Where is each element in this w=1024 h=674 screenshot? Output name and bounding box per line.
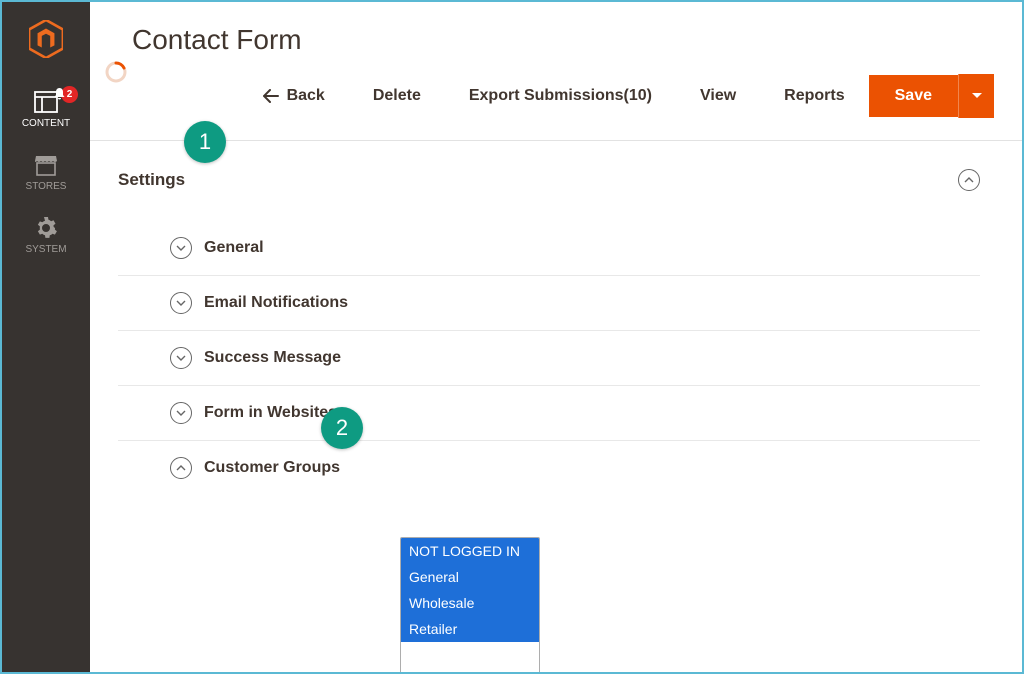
page-header: Contact Form — [90, 2, 1022, 56]
collapse-icon[interactable] — [958, 169, 980, 191]
section-email-notifications[interactable]: Email Notifications — [118, 276, 980, 331]
loading-spinner-icon — [104, 60, 128, 84]
page-title: Contact Form — [118, 24, 994, 56]
save-button[interactable]: Save — [869, 75, 958, 117]
settings-title: Settings — [118, 170, 185, 190]
chevron-down-icon — [170, 402, 192, 424]
stores-icon — [32, 153, 60, 177]
save-dropdown-button[interactable] — [958, 74, 994, 118]
nav-label: STORES — [26, 181, 67, 192]
customer-groups-select[interactable]: NOT LOGGED IN General Wholesale Retailer — [400, 537, 540, 672]
arrow-left-icon — [263, 89, 279, 103]
caret-down-icon — [972, 93, 982, 99]
chevron-down-icon — [170, 237, 192, 259]
nav-system[interactable]: SYSTEM — [2, 202, 90, 265]
section-customer-groups[interactable]: Customer Groups — [118, 441, 980, 495]
nav-content[interactable]: CONTENT 2 — [2, 76, 90, 139]
view-button[interactable]: View — [676, 77, 760, 115]
bell-icon — [53, 87, 66, 100]
export-button[interactable]: Export Submissions(10) — [445, 77, 676, 115]
delete-button[interactable]: Delete — [349, 77, 445, 115]
settings-panel-header[interactable]: Settings — [118, 169, 980, 191]
annotation-step-1: 1 — [184, 121, 226, 163]
admin-sidebar: CONTENT 2 STORES SYSTEM — [2, 2, 90, 672]
settings-content: Settings General Email Notifications Suc… — [90, 141, 1022, 672]
nav-stores[interactable]: STORES — [2, 139, 90, 202]
nav-label: SYSTEM — [25, 244, 66, 255]
section-general[interactable]: General — [118, 221, 980, 276]
action-bar: Back Delete Export Submissions(10) View … — [90, 56, 1022, 141]
annotation-step-2: 2 — [321, 407, 363, 449]
nav-label: CONTENT — [22, 118, 70, 129]
section-form-websites[interactable]: Form in Websites — [118, 386, 980, 441]
back-button[interactable]: Back — [239, 77, 349, 115]
magento-logo-icon — [29, 20, 63, 58]
gear-icon — [32, 216, 60, 240]
chevron-up-icon — [170, 457, 192, 479]
chevron-down-icon — [170, 347, 192, 369]
customer-groups-field: NOT LOGGED IN General Wholesale Retailer — [400, 537, 980, 672]
magento-logo[interactable] — [2, 2, 90, 76]
section-success-message[interactable]: Success Message — [118, 331, 980, 386]
chevron-down-icon — [170, 292, 192, 314]
reports-button[interactable]: Reports — [760, 77, 868, 115]
main-content: Contact Form Back Delete Export Submissi… — [90, 2, 1022, 672]
